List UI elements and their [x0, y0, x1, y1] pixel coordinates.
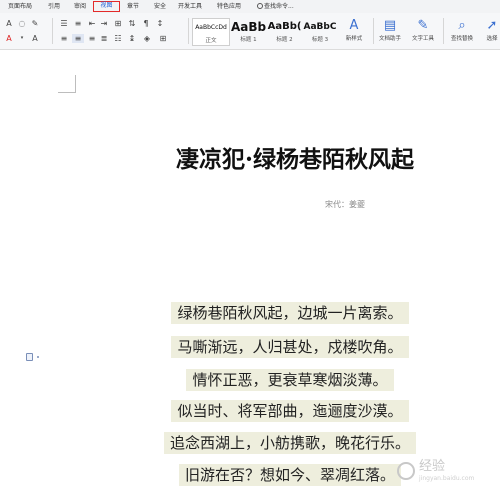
increase-indent-icon[interactable]: ⇥ [98, 19, 110, 28]
align-right-icon[interactable]: ≡ [86, 34, 98, 43]
style-sample: AaBbCcDd [195, 24, 227, 31]
cursor-icon: ➚ [486, 18, 498, 33]
numbered-list-icon[interactable]: ≡ [72, 19, 84, 28]
menu-tab-bar: 页面布局 引用 审阅 视图 章节 安全 开发工具 特色应用 查找命令... [0, 0, 500, 13]
tab-view[interactable]: 视图 [93, 1, 120, 12]
chinese-layout-icon[interactable]: ⊞ [112, 19, 124, 28]
search-command[interactable]: 查找命令... [257, 1, 294, 12]
new-style-button[interactable]: A 新样式 [338, 17, 370, 47]
distribute-icon[interactable]: ☷ [112, 34, 124, 43]
ribbon-divider [443, 18, 444, 44]
verse-text: 情怀正恶，更衰草寒烟淡薄。 [186, 369, 394, 391]
document-icon[interactable] [26, 353, 33, 361]
verse-text: 旧游在否？想如今、翠凋红落。 [178, 464, 401, 486]
style-heading-3[interactable]: AaBbC 标题 3 [303, 18, 337, 46]
align-center-icon[interactable]: ≡ [72, 34, 84, 43]
style-normal[interactable]: AaBbCcDd 正文 [192, 18, 230, 46]
watermark-logo-icon [397, 462, 415, 480]
style-name: 标题 2 [276, 37, 293, 43]
search-command-label: 查找命令... [264, 3, 294, 10]
sort-icon[interactable]: ⇅ [126, 19, 138, 28]
verse-text: 似当时、将军部曲，迤逦度沙漠。 [171, 400, 409, 422]
style-heading-1[interactable]: AaBb 标题 1 [231, 18, 266, 46]
tab-security[interactable]: 安全 [150, 1, 170, 12]
verse-line: 马嘶渐远，人归甚处，戍楼吹角。 [150, 336, 430, 358]
line-spacing-icon[interactable]: ↕ [154, 19, 166, 28]
watermark-subtext: jingyan.baidu.com [419, 475, 475, 482]
doc-assistant-button[interactable]: ▤ 文档助手 [375, 17, 405, 47]
border-icon[interactable]: ⊞ [156, 34, 170, 43]
paragraph-marker [37, 356, 39, 358]
style-name: 正文 [205, 38, 217, 44]
doc-assistant-label: 文档助手 [378, 36, 401, 42]
decrease-indent-icon[interactable]: ⇤ [86, 19, 98, 28]
font-color-icon[interactable]: A [2, 34, 16, 43]
wrench-icon: ✎ [417, 18, 429, 33]
new-style-label: 新样式 [345, 36, 363, 42]
search-icon [257, 3, 263, 9]
find-replace-icon: ⌕ [458, 18, 466, 33]
style-name: 标题 3 [311, 37, 329, 43]
ribbon-toolbar: A ◌ ✎ A ▾ A ☰ ≡ ⇤ ⇥ ⊞ ⇅ ¶ ↕ ≡ ≡ ≡ ≣ ☷ ↨ … [0, 13, 500, 50]
find-replace-label: 查找替换 [450, 36, 473, 42]
document-title: 凄凉犯·绿杨巷陌秋风起 [175, 146, 414, 173]
tab-review[interactable]: 审阅 [70, 1, 90, 12]
verse-line: 似当时、将军部曲，迤逦度沙漠。 [150, 400, 430, 422]
align-left-icon[interactable]: ≡ [58, 34, 70, 43]
justify-icon[interactable]: ≣ [98, 34, 110, 43]
char-border-icon[interactable]: A [28, 34, 42, 43]
verse-text: 追念西湖上，小舫携歌，晚花行乐。 [163, 432, 416, 454]
style-name: 标题 1 [240, 37, 257, 43]
verse-line: 绿杨巷陌秋风起，边城一片离索。 [150, 302, 430, 324]
shading-icon[interactable]: ◈ [140, 34, 154, 43]
show-marks-icon[interactable]: ¶ [140, 19, 152, 28]
verse-text: 马嘶渐远，人归甚处，戍楼吹角。 [171, 336, 409, 358]
font-bold-icon[interactable]: A [2, 19, 16, 28]
ribbon-divider [52, 18, 53, 44]
watermark-text: 经验 [419, 459, 446, 474]
page-margin-mark [58, 75, 76, 93]
doc-assistant-icon: ▤ [383, 18, 397, 33]
text-effect-icon[interactable]: ◌ [16, 19, 28, 28]
highlight-icon[interactable]: ✎ [28, 19, 42, 28]
tab-references[interactable]: 引用 [44, 1, 64, 12]
line-spacing-icon[interactable]: ↨ [126, 34, 138, 43]
verse-line: 情怀正恶，更衰草寒烟淡薄。 [150, 369, 430, 391]
watermark: 经验 jingyan.baidu.com [397, 457, 493, 487]
new-style-icon: A [349, 18, 359, 33]
text-tools-label: 文字工具 [411, 36, 434, 42]
chevron-down-icon[interactable]: ▾ [16, 34, 28, 43]
ribbon-divider [373, 18, 374, 44]
tab-chapter[interactable]: 章节 [123, 1, 143, 12]
tab-page-layout[interactable]: 页面布局 [4, 1, 36, 12]
text-tools-button[interactable]: ✎ 文字工具 [406, 17, 440, 47]
find-replace-button[interactable]: ⌕ 查找替换 [446, 17, 478, 47]
style-heading-2[interactable]: AaBb( 标题 2 [267, 18, 302, 46]
verse-line: 追念西湖上，小舫携歌，晚花行乐。 [150, 432, 430, 454]
verse-text: 绿杨巷陌秋风起，边城一片离索。 [171, 302, 409, 324]
style-sample: AaBb [231, 20, 266, 34]
style-sample: AaBb( [267, 21, 302, 32]
tab-developer-tools[interactable]: 开发工具 [175, 1, 205, 12]
style-sample: AaBbC [303, 22, 337, 32]
ribbon-divider [188, 18, 189, 44]
tab-special-apps[interactable]: 特色应用 [213, 1, 245, 12]
select-button[interactable]: ➚ 选择 [480, 17, 500, 47]
select-label: 选择 [486, 36, 498, 42]
document-author: 宋代：姜夔 [325, 200, 365, 209]
bullet-list-icon[interactable]: ☰ [58, 19, 70, 28]
verse-line: 旧游在否？想如今、翠凋红落。 [150, 464, 430, 486]
style-gallery: AaBbCcDd 正文 AaBb 标题 1 AaBb( 标题 2 AaBbC 标… [192, 18, 342, 46]
